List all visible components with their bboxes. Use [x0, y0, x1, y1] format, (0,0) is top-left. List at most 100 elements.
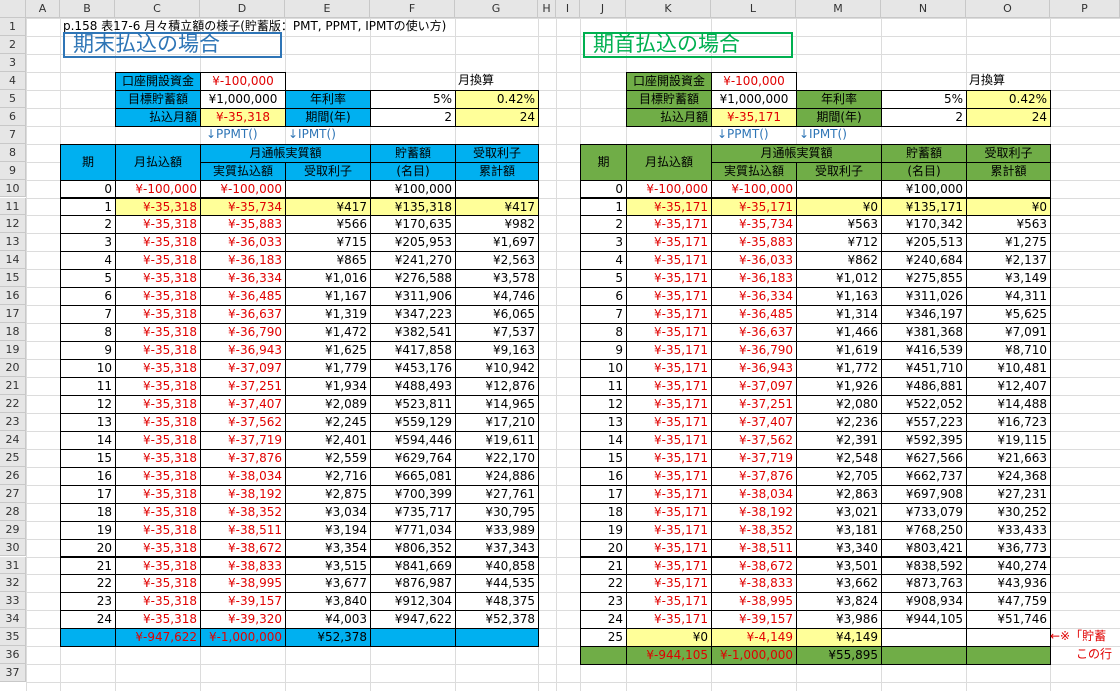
- row-header-12[interactable]: 12: [0, 215, 26, 234]
- right-period-value: 2: [881, 107, 967, 127]
- row-header-17[interactable]: 17: [0, 305, 26, 324]
- right-row-23-col-0: 23: [580, 592, 627, 612]
- right-row-6-col-1: ¥-35,171: [626, 287, 712, 307]
- row-header-16[interactable]: 16: [0, 287, 26, 306]
- right-rate-label: 年利率: [796, 89, 882, 109]
- row-header-33[interactable]: 33: [0, 592, 26, 611]
- column-header-d[interactable]: D: [200, 0, 285, 18]
- right-hdr-passbook: 月通帳実質額: [711, 143, 882, 163]
- row-header-21[interactable]: 21: [0, 377, 26, 395]
- row-header-9[interactable]: 9: [0, 161, 26, 180]
- left-row-11-col-1: ¥-35,318: [115, 377, 201, 396]
- column-header-a[interactable]: A: [26, 0, 60, 18]
- column-header-h[interactable]: H: [538, 0, 556, 18]
- row-header-24[interactable]: 24: [0, 430, 26, 449]
- right-row-8-col-2: ¥-36,637: [711, 323, 797, 343]
- row-header-20[interactable]: 20: [0, 359, 26, 377]
- right-row-12-col-2: ¥-37,251: [711, 394, 797, 414]
- left-row-20-col-1: ¥-35,318: [115, 538, 201, 558]
- right-row-15-col-5: ¥21,663: [966, 448, 1051, 468]
- left-period-label: 期間(年): [285, 107, 371, 127]
- row-header-4[interactable]: 4: [0, 71, 26, 90]
- row-header-10[interactable]: 10: [0, 179, 26, 198]
- left-row-15-col-2: ¥-37,876: [200, 448, 286, 468]
- column-header-l[interactable]: L: [711, 0, 796, 18]
- left-row-5-col-4: ¥276,588: [370, 269, 456, 289]
- left-row-7-col-0: 7: [60, 305, 116, 325]
- right-row-21-col-5: ¥40,274: [966, 556, 1051, 576]
- column-header-e[interactable]: E: [285, 0, 370, 18]
- row-header-31[interactable]: 31: [0, 556, 26, 575]
- row-header-7[interactable]: 7: [0, 125, 26, 144]
- left-hdr-cum: 受取利子: [455, 143, 539, 163]
- right-row-25-col-3: ¥4,149: [796, 628, 882, 648]
- row-header-11[interactable]: 11: [0, 197, 26, 216]
- row-header-29[interactable]: 29: [0, 520, 26, 539]
- right-row-23-col-4: ¥908,934: [881, 592, 967, 612]
- row-header-28[interactable]: 28: [0, 502, 26, 521]
- left-row-15-col-5: ¥22,170: [455, 448, 539, 468]
- column-header-c[interactable]: C: [115, 0, 200, 18]
- right-row-11-col-3: ¥1,926: [796, 377, 882, 396]
- row-header-6[interactable]: 6: [0, 107, 26, 126]
- right-row-1-col-0: 1: [580, 197, 627, 217]
- right-row-5-col-5: ¥3,149: [966, 269, 1051, 289]
- row-header-22[interactable]: 22: [0, 394, 26, 413]
- row-header-32[interactable]: 32: [0, 574, 26, 593]
- row-header-18[interactable]: 18: [0, 323, 26, 342]
- left-row-15-col-4: ¥629,764: [370, 448, 456, 468]
- left-row-14-col-3: ¥2,401: [285, 430, 371, 450]
- right-row-10-col-2: ¥-36,943: [711, 359, 797, 378]
- column-header-p[interactable]: P: [1050, 0, 1120, 18]
- row-header-1[interactable]: 1: [0, 18, 26, 36]
- left-row-18-col-4: ¥735,717: [370, 502, 456, 522]
- row-header-3[interactable]: 3: [0, 53, 26, 72]
- row-header-25[interactable]: 25: [0, 448, 26, 467]
- row-header-14[interactable]: 14: [0, 251, 26, 270]
- left-row-23-col-0: 23: [60, 592, 116, 612]
- column-header-o[interactable]: O: [966, 0, 1050, 18]
- column-header-b[interactable]: B: [60, 0, 115, 18]
- row-header-35[interactable]: 35: [0, 628, 26, 647]
- row-header-34[interactable]: 34: [0, 610, 26, 629]
- right-row-21-col-0: 21: [580, 556, 627, 576]
- column-header-n[interactable]: N: [881, 0, 966, 18]
- row-header-8[interactable]: 8: [0, 143, 26, 162]
- row-header-19[interactable]: 19: [0, 341, 26, 360]
- right-rate-value: 5%: [881, 89, 967, 109]
- right-row-14-col-1: ¥-35,171: [626, 430, 712, 450]
- right-row-16-col-0: 16: [580, 466, 627, 486]
- column-header-i[interactable]: I: [556, 0, 580, 18]
- left-row-10-col-4: ¥453,176: [370, 359, 456, 378]
- right-row-2-col-0: 2: [580, 215, 627, 235]
- right-row-19-col-0: 19: [580, 520, 627, 540]
- left-row-24-col-2: ¥-39,320: [200, 610, 286, 630]
- left-row-6-col-0: 6: [60, 287, 116, 307]
- right-target-value: ¥1,000,000: [711, 89, 797, 109]
- row-header-30[interactable]: 30: [0, 538, 26, 557]
- column-header-g[interactable]: G: [455, 0, 538, 18]
- row-header-5[interactable]: 5: [0, 89, 26, 108]
- left-period-value: 2: [370, 107, 456, 127]
- column-header-f[interactable]: F: [370, 0, 455, 18]
- row-header-15[interactable]: 15: [0, 269, 26, 288]
- column-header-m[interactable]: M: [796, 0, 881, 18]
- row-header-23[interactable]: 23: [0, 412, 26, 431]
- select-all-corner[interactable]: [0, 0, 26, 18]
- left-row-10-col-2: ¥-37,097: [200, 359, 286, 378]
- row-header-2[interactable]: 2: [0, 35, 26, 54]
- right-row-20-col-5: ¥36,773: [966, 538, 1051, 558]
- row-header-36[interactable]: 36: [0, 646, 26, 665]
- left-row-0-col-3: [285, 179, 371, 199]
- right-row-13-col-4: ¥557,223: [881, 412, 967, 432]
- left-row-3-col-5: ¥1,697: [455, 233, 539, 253]
- row-header-27[interactable]: 27: [0, 484, 26, 503]
- row-header-13[interactable]: 13: [0, 233, 26, 252]
- left-row-17-col-2: ¥-38,192: [200, 484, 286, 504]
- row-header-26[interactable]: 26: [0, 466, 26, 485]
- right-row-18-col-2: ¥-38,192: [711, 502, 797, 522]
- row-header-37[interactable]: 37: [0, 664, 26, 683]
- column-header-j[interactable]: J: [580, 0, 626, 18]
- left-row-19-col-0: 19: [60, 520, 116, 540]
- column-header-k[interactable]: K: [626, 0, 711, 18]
